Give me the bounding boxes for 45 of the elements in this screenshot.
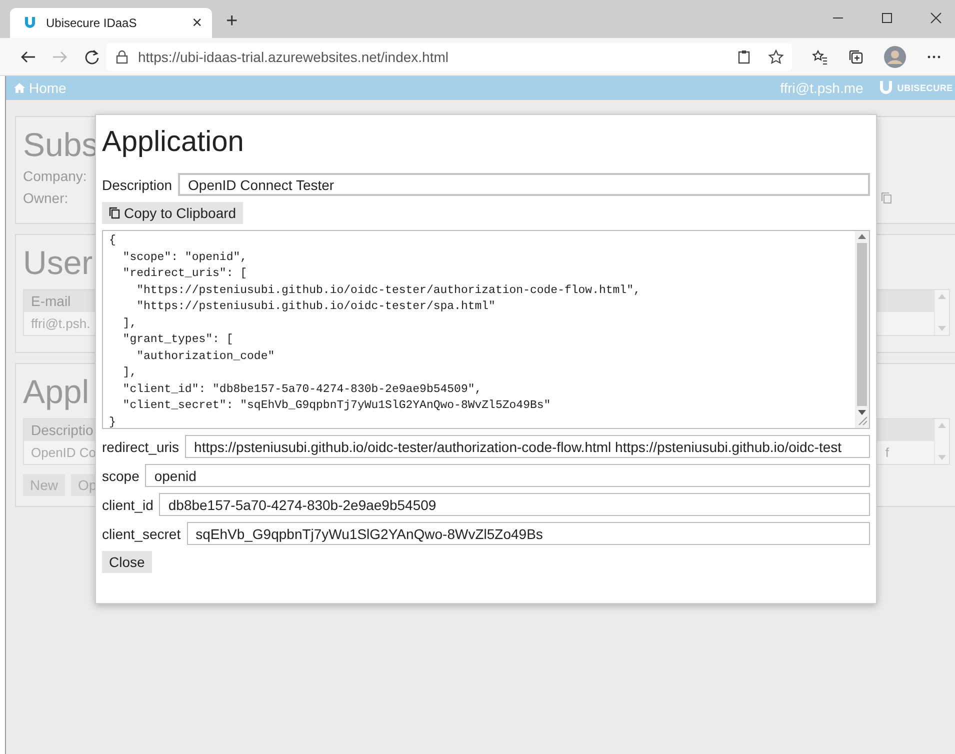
- input-field[interactable]: https://psteniusubi.github.io/oidc-tester/authorization-code-flow.html https://psteniusubi.github.io/oidc-test: [185, 435, 870, 458]
- copy-icon[interactable]: [109, 207, 120, 219]
- address-bar[interactable]: https://ubi-idaas-trial.azurewebsites.net/index.html: [106, 42, 792, 70]
- clipboard-icon[interactable]: [738, 50, 750, 64]
- input-field[interactable]: sqEhVb_G9qpbnTj7yWu1SlG2YAnQwo-8WvZl5Zo49Bs: [186, 522, 870, 545]
- lock-icon[interactable]: [116, 50, 128, 64]
- scroll-up-icon[interactable]: [858, 234, 866, 239]
- back-icon[interactable]: [20, 48, 36, 64]
- collections-icon[interactable]: [848, 48, 864, 64]
- tab-title: Ubisecure IDaaS: [46, 16, 138, 30]
- new-tab-button[interactable]: +: [220, 9, 244, 34]
- resize-grip-icon[interactable]: [857, 415, 867, 425]
- field-label: Description: [102, 176, 172, 192]
- scrollbar[interactable]: [855, 231, 869, 428]
- table-cell: OpenID Co: [31, 445, 96, 460]
- input-field[interactable]: db8be157-5a70-4274-830b-2e9ae9b54509: [159, 493, 870, 516]
- table-cell: ffri@t.psh.: [31, 316, 90, 331]
- star-icon[interactable]: [768, 48, 784, 64]
- column-header: E-mail: [31, 293, 71, 309]
- maximize-icon[interactable]: [881, 12, 893, 24]
- close-button[interactable]: Close: [102, 551, 152, 573]
- scroll-down-icon[interactable]: [858, 410, 866, 415]
- field-label: Owner:: [23, 190, 68, 206]
- section-title: User: [23, 243, 93, 283]
- field-label: Company:: [23, 168, 87, 184]
- field-label: client_id: [102, 496, 154, 512]
- dialog-title: Application: [102, 125, 245, 160]
- section-title: Appl: [23, 372, 90, 412]
- ubisecure-logo: UBISECURE: [877, 79, 953, 97]
- field-label: client_secret: [102, 526, 181, 542]
- input-field[interactable]: openid: [145, 464, 870, 487]
- description-field[interactable]: OpenID Connect Tester: [178, 173, 870, 196]
- close-tab-button[interactable]: ×: [190, 13, 204, 33]
- section-title: Subs: [23, 125, 98, 165]
- avatar-icon[interactable]: [884, 46, 906, 68]
- table-cell: f: [885, 445, 889, 460]
- shield-u-icon[interactable]: [22, 15, 38, 31]
- refresh-icon[interactable]: [84, 48, 100, 64]
- browser-tab[interactable]: Ubisecure IDaaS ×: [10, 8, 212, 38]
- field-label: redirect_uris: [102, 438, 180, 454]
- close-icon[interactable]: [930, 12, 942, 24]
- favorites-icon[interactable]: [812, 48, 828, 64]
- column-header: Descriptio: [31, 422, 94, 438]
- copy-button[interactable]: Copy to Clipboard: [102, 202, 244, 224]
- field-label: scope: [102, 468, 140, 484]
